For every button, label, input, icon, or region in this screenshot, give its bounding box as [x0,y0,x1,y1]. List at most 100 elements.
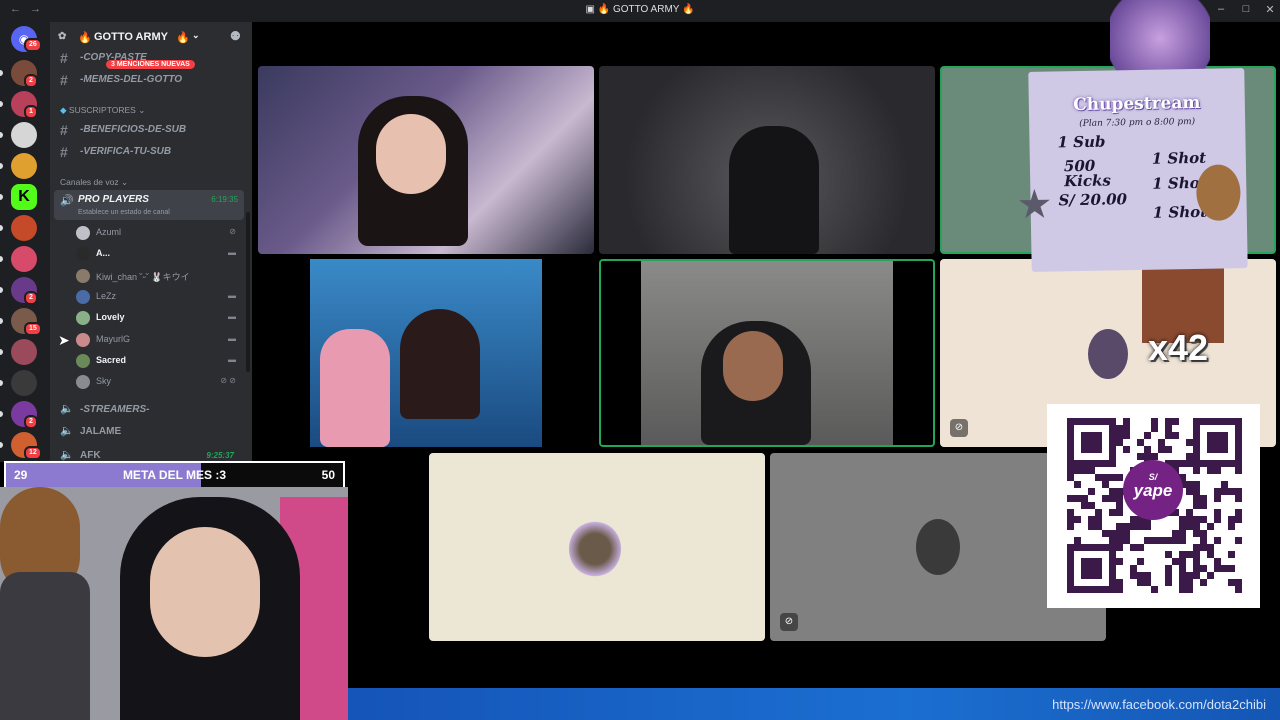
channel-beneficios[interactable]: # -BENEFICIOS-DE-SUB [58,120,244,140]
chevron-down-icon: ⌄ [138,105,146,115]
voice-channel-jalame[interactable]: 🔈 JALAME [58,422,244,442]
qr-module [1074,516,1081,523]
qr-module [1186,453,1193,460]
qr-module [1074,537,1081,544]
qr-module [1088,467,1095,474]
qr-module [1207,467,1214,474]
mic-muted-icon: ⊘ ⊘ [220,376,236,386]
video-tile-5-speaking[interactable] [599,259,935,447]
qr-module [1165,537,1172,544]
video-tile-2[interactable] [599,66,935,254]
voice-user-row[interactable]: Kiwi_chan ˘ᵕ˘ 🐰キウイ [76,266,244,286]
voice-user-row[interactable]: MayurlG ▬ [76,330,244,350]
qr-module [1165,551,1172,558]
qr-module [1095,509,1102,516]
server-icon[interactable] [11,215,37,241]
camera-icon: ▬ [228,248,236,258]
server-icon[interactable] [11,370,37,396]
voice-user-row[interactable]: Sky ⊘ ⊘ [76,372,244,392]
qr-module [1123,432,1130,439]
voice-user-row[interactable]: Azuml ⊘ [76,223,244,243]
voice-channel-streamers[interactable]: 🔈 -STREAMERS- [58,400,244,420]
qr-module [1109,474,1116,481]
qr-module [1228,516,1235,523]
qr-module [1228,579,1235,586]
voice-channel-afk[interactable]: 🔈 AFK 9:25:37 [58,446,244,462]
avatar-tile-7[interactable] [429,453,765,641]
participant-face [376,114,446,194]
server-icon: ▣ [585,4,595,15]
qr-module [1067,474,1074,481]
qr-module [1221,481,1228,488]
close-icon[interactable]: ✕ [1262,3,1278,16]
qr-module [1200,502,1207,509]
voice-user-row[interactable]: Sacred ▬ [76,351,244,371]
qr-module [1186,509,1193,516]
channel-status-hint[interactable]: Establece un estado de canal [78,209,170,216]
streamer-face [150,527,260,657]
add-member-icon[interactable]: ⚉ [230,29,241,43]
qr-module [1144,523,1151,530]
category-voice[interactable]: Canales de voz ⌄ [60,177,128,188]
stream-footer-banner: https://www.facebook.com/dota2chibi [348,688,1280,720]
qr-module [1095,516,1102,523]
qr-module [1207,551,1214,558]
qr-module [1116,425,1123,432]
qr-module [1144,537,1151,544]
channel-memes[interactable]: # -MEMES-DEL-GOTTO [58,70,244,90]
voice-user-row[interactable]: A... ▬ [76,244,244,264]
qr-module [1221,488,1228,495]
qr-module [1214,467,1221,474]
server-rail: ◉ 26 2 1 K 2 15 2 12 [0,22,50,462]
monthly-goal-bar: 29 META DEL MES :3 50 [4,461,345,489]
qr-module [1193,516,1200,523]
voice-user-name: A... [96,248,111,259]
qr-module [1179,530,1186,537]
qr-module [1200,537,1207,544]
qr-module [1235,586,1242,593]
user-avatar [569,521,621,577]
qr-module [1193,565,1200,572]
qr-module [1193,467,1200,474]
video-tile-1[interactable] [258,66,594,254]
minimize-icon[interactable]: – [1213,3,1229,15]
qr-module [1144,446,1151,453]
voice-user-name: Kiwi_chan ˘ᵕ˘ 🐰キウイ [96,271,190,282]
category-suscriptores[interactable]: ◆ SUSCRIPTORES ⌄ [60,105,145,116]
qr-module [1186,516,1193,523]
qr-module [1193,488,1200,495]
maximize-icon[interactable]: □ [1238,3,1254,15]
server-badge: 2 [24,415,38,429]
server-icon[interactable] [11,153,37,179]
qr-module [1179,572,1186,579]
server-icon[interactable]: K [11,184,37,210]
qr-module [1088,502,1095,509]
server-icon[interactable] [11,122,37,148]
qr-finder [1081,558,1102,579]
qr-module [1179,516,1186,523]
qr-module [1193,481,1200,488]
qr-module [1116,579,1123,586]
channel-verifica[interactable]: # -VERIFICA-TU-SUB [58,142,244,162]
unread-pill [0,163,3,169]
qr-module [1235,537,1242,544]
qr-module [1235,467,1242,474]
sidebar-scrollbar[interactable] [246,212,250,372]
server-icon[interactable] [11,246,37,272]
window-title-text: GOTTO ARMY [612,4,680,15]
qr-module [1214,509,1221,516]
voice-user-row[interactable]: Lovely ▬ [76,308,244,328]
qr-module [1137,544,1144,551]
qr-module [1137,453,1144,460]
voice-user-row[interactable]: LeZz ▬ [76,287,244,307]
server-icon[interactable] [11,339,37,365]
chevron-down-icon[interactable]: ⌄ [192,30,200,41]
qr-module [1130,523,1137,530]
qr-module [1130,565,1137,572]
video-tile-4[interactable] [258,259,594,447]
mentions-banner[interactable]: 3 MENCIONES NUEVAS [106,60,195,69]
qr-module [1137,558,1144,565]
qr-module [1088,516,1095,523]
voice-channel-pro-players[interactable]: 🔊 PRO PLAYERS 6:19:35 Establece un estad… [54,190,244,220]
qr-module [1151,453,1158,460]
